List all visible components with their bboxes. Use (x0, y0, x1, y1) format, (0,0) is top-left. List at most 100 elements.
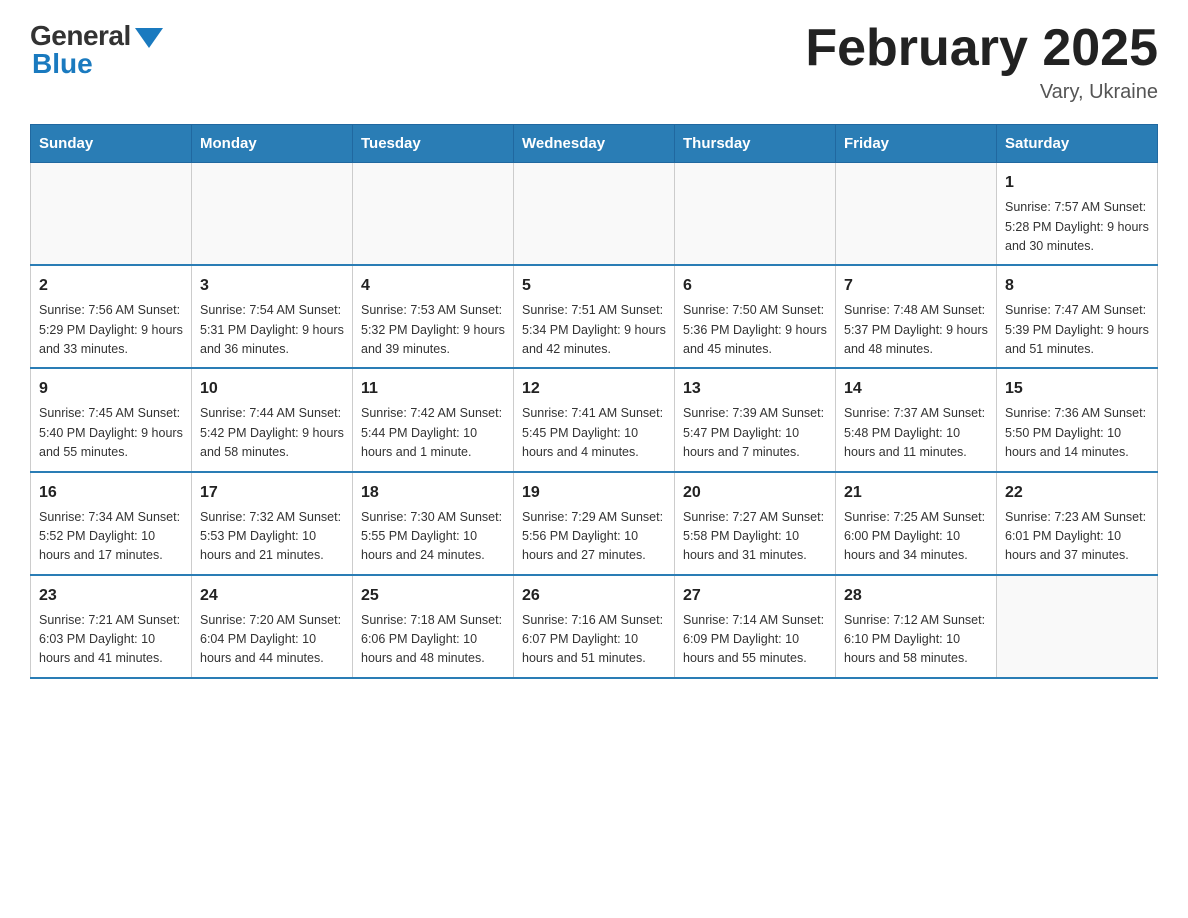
calendar-cell: 20 Sunrise: 7:27 AM Sunset: 5:58 PM Dayli… (675, 472, 836, 575)
day-info: Sunrise: 7:14 AM Sunset: 6:09 PM Dayligh… (683, 611, 827, 669)
day-number: 24 (200, 584, 344, 608)
month-title: February 2025 (805, 20, 1158, 77)
weekday-header-saturday: Saturday (997, 125, 1158, 163)
day-number: 15 (1005, 377, 1149, 401)
day-info: Sunrise: 7:25 AM Sunset: 6:00 PM Dayligh… (844, 508, 988, 566)
calendar-cell: 13 Sunrise: 7:39 AM Sunset: 5:47 PM Dayli… (675, 368, 836, 471)
calendar-body: 1Sunrise: 7:57 AM Sunset: 5:28 PM Daylig… (31, 163, 1158, 678)
day-info: Sunrise: 7:50 AM Sunset: 5:36 PM Dayligh… (683, 301, 827, 359)
calendar-cell: 16 Sunrise: 7:34 AM Sunset: 5:52 PM Dayli… (31, 472, 192, 575)
calendar-cell: 12 Sunrise: 7:41 AM Sunset: 5:45 PM Dayli… (514, 368, 675, 471)
calendar-week-row: 9Sunrise: 7:45 AM Sunset: 5:40 PM Daylig… (31, 368, 1158, 471)
calendar-cell (997, 575, 1158, 678)
calendar-cell (31, 163, 192, 266)
page-header: General Blue February 2025 Vary, Ukraine (30, 20, 1158, 104)
day-number: 11 (361, 377, 505, 401)
weekday-header-row: SundayMondayTuesdayWednesdayThursdayFrid… (31, 125, 1158, 163)
day-info: Sunrise: 7:34 AM Sunset: 5:52 PM Dayligh… (39, 508, 183, 566)
calendar-week-row: 2Sunrise: 7:56 AM Sunset: 5:29 PM Daylig… (31, 265, 1158, 368)
calendar-cell: 23 Sunrise: 7:21 AM Sunset: 6:03 PM Dayli… (31, 575, 192, 678)
day-info: Sunrise: 7:23 AM Sunset: 6:01 PM Dayligh… (1005, 508, 1149, 566)
day-number: 4 (361, 274, 505, 298)
weekday-header-friday: Friday (836, 125, 997, 163)
day-number: 2 (39, 274, 183, 298)
day-info: Sunrise: 7:30 AM Sunset: 5:55 PM Dayligh… (361, 508, 505, 566)
calendar-cell: 19 Sunrise: 7:29 AM Sunset: 5:56 PM Dayli… (514, 472, 675, 575)
day-info: Sunrise: 7:41 AM Sunset: 5:45 PM Dayligh… (522, 404, 666, 462)
calendar-cell: 10Sunrise: 7:44 AM Sunset: 5:42 PM Dayli… (192, 368, 353, 471)
day-number: 6 (683, 274, 827, 298)
day-number: 22 (1005, 481, 1149, 505)
day-number: 7 (844, 274, 988, 298)
day-info: Sunrise: 7:21 AM Sunset: 6:03 PM Dayligh… (39, 611, 183, 669)
day-number: 25 (361, 584, 505, 608)
day-info: Sunrise: 7:32 AM Sunset: 5:53 PM Dayligh… (200, 508, 344, 566)
day-info: Sunrise: 7:44 AM Sunset: 5:42 PM Dayligh… (200, 404, 344, 462)
calendar-week-row: 23 Sunrise: 7:21 AM Sunset: 6:03 PM Dayli… (31, 575, 1158, 678)
calendar-cell: 24 Sunrise: 7:20 AM Sunset: 6:04 PM Dayli… (192, 575, 353, 678)
calendar-cell (192, 163, 353, 266)
calendar-cell: 4 Sunrise: 7:53 AM Sunset: 5:32 PM Daylig… (353, 265, 514, 368)
day-number: 19 (522, 481, 666, 505)
day-number: 23 (39, 584, 183, 608)
calendar-cell (836, 163, 997, 266)
day-info: Sunrise: 7:54 AM Sunset: 5:31 PM Dayligh… (200, 301, 344, 359)
day-info: Sunrise: 7:12 AM Sunset: 6:10 PM Dayligh… (844, 611, 988, 669)
calendar-cell: 26 Sunrise: 7:16 AM Sunset: 6:07 PM Dayli… (514, 575, 675, 678)
day-info: Sunrise: 7:53 AM Sunset: 5:32 PM Dayligh… (361, 301, 505, 359)
day-number: 27 (683, 584, 827, 608)
day-number: 26 (522, 584, 666, 608)
day-number: 12 (522, 377, 666, 401)
day-info: Sunrise: 7:27 AM Sunset: 5:58 PM Dayligh… (683, 508, 827, 566)
calendar-cell: 2Sunrise: 7:56 AM Sunset: 5:29 PM Daylig… (31, 265, 192, 368)
weekday-header-sunday: Sunday (31, 125, 192, 163)
day-number: 17 (200, 481, 344, 505)
day-info: Sunrise: 7:42 AM Sunset: 5:44 PM Dayligh… (361, 404, 505, 462)
logo: General Blue (30, 20, 163, 80)
calendar-cell: 5 Sunrise: 7:51 AM Sunset: 5:34 PM Daylig… (514, 265, 675, 368)
day-number: 28 (844, 584, 988, 608)
day-info: Sunrise: 7:57 AM Sunset: 5:28 PM Dayligh… (1005, 198, 1149, 256)
calendar-cell: 17 Sunrise: 7:32 AM Sunset: 5:53 PM Dayli… (192, 472, 353, 575)
calendar-cell (514, 163, 675, 266)
calendar-cell: 27 Sunrise: 7:14 AM Sunset: 6:09 PM Dayli… (675, 575, 836, 678)
calendar-cell: 7 Sunrise: 7:48 AM Sunset: 5:37 PM Daylig… (836, 265, 997, 368)
calendar-cell (675, 163, 836, 266)
logo-arrow-icon (135, 28, 163, 48)
day-number: 14 (844, 377, 988, 401)
weekday-header-tuesday: Tuesday (353, 125, 514, 163)
day-info: Sunrise: 7:20 AM Sunset: 6:04 PM Dayligh… (200, 611, 344, 669)
calendar-cell: 14Sunrise: 7:37 AM Sunset: 5:48 PM Dayli… (836, 368, 997, 471)
calendar-week-row: 1Sunrise: 7:57 AM Sunset: 5:28 PM Daylig… (31, 163, 1158, 266)
day-number: 16 (39, 481, 183, 505)
day-info: Sunrise: 7:29 AM Sunset: 5:56 PM Dayligh… (522, 508, 666, 566)
weekday-header-thursday: Thursday (675, 125, 836, 163)
calendar-cell: 28 Sunrise: 7:12 AM Sunset: 6:10 PM Dayli… (836, 575, 997, 678)
logo-blue-text: Blue (32, 48, 93, 80)
day-info: Sunrise: 7:39 AM Sunset: 5:47 PM Dayligh… (683, 404, 827, 462)
calendar-cell: 3 Sunrise: 7:54 AM Sunset: 5:31 PM Daylig… (192, 265, 353, 368)
day-info: Sunrise: 7:47 AM Sunset: 5:39 PM Dayligh… (1005, 301, 1149, 359)
day-number: 3 (200, 274, 344, 298)
calendar-cell: 22 Sunrise: 7:23 AM Sunset: 6:01 PM Dayli… (997, 472, 1158, 575)
calendar-cell: 1Sunrise: 7:57 AM Sunset: 5:28 PM Daylig… (997, 163, 1158, 266)
calendar-cell: 21Sunrise: 7:25 AM Sunset: 6:00 PM Dayli… (836, 472, 997, 575)
day-number: 20 (683, 481, 827, 505)
day-info: Sunrise: 7:48 AM Sunset: 5:37 PM Dayligh… (844, 301, 988, 359)
day-number: 9 (39, 377, 183, 401)
day-info: Sunrise: 7:51 AM Sunset: 5:34 PM Dayligh… (522, 301, 666, 359)
weekday-header-wednesday: Wednesday (514, 125, 675, 163)
day-number: 5 (522, 274, 666, 298)
calendar-cell: 11 Sunrise: 7:42 AM Sunset: 5:44 PM Dayli… (353, 368, 514, 471)
calendar-cell: 8Sunrise: 7:47 AM Sunset: 5:39 PM Daylig… (997, 265, 1158, 368)
day-number: 18 (361, 481, 505, 505)
location-text: Vary, Ukraine (805, 81, 1158, 104)
day-info: Sunrise: 7:36 AM Sunset: 5:50 PM Dayligh… (1005, 404, 1149, 462)
calendar-week-row: 16 Sunrise: 7:34 AM Sunset: 5:52 PM Dayli… (31, 472, 1158, 575)
calendar-cell: 15 Sunrise: 7:36 AM Sunset: 5:50 PM Dayli… (997, 368, 1158, 471)
calendar-cell: 9Sunrise: 7:45 AM Sunset: 5:40 PM Daylig… (31, 368, 192, 471)
day-info: Sunrise: 7:16 AM Sunset: 6:07 PM Dayligh… (522, 611, 666, 669)
day-number: 13 (683, 377, 827, 401)
weekday-header-monday: Monday (192, 125, 353, 163)
calendar-cell: 6 Sunrise: 7:50 AM Sunset: 5:36 PM Daylig… (675, 265, 836, 368)
